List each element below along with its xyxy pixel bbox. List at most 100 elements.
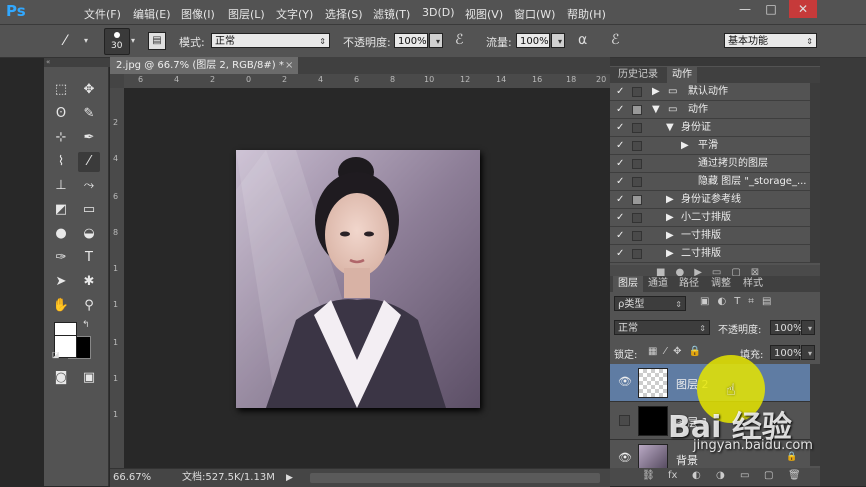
action-row[interactable]: ✓ 通过拷贝的图层: [610, 155, 810, 173]
flow-dropdown[interactable]: ▾: [551, 33, 565, 48]
menu-file[interactable]: 文件(F): [84, 6, 121, 22]
airbrush-icon[interactable]: ⍺: [578, 32, 587, 48]
mode-select[interactable]: 正常 ⇕: [211, 33, 330, 48]
menu-filter[interactable]: 滤镜(T): [373, 6, 410, 22]
pressure-size-icon[interactable]: ℰ: [611, 32, 619, 48]
expand-icon[interactable]: ▶: [666, 227, 674, 244]
action-row[interactable]: ✓ ▶ 小二寸排版: [610, 209, 810, 227]
delete-layer-icon[interactable]: 🗑: [788, 470, 801, 481]
action-row[interactable]: ✓ ▼ ▭ 动作: [610, 101, 810, 119]
action-row[interactable]: ✓ ▶ ▭ 默认动作: [610, 83, 810, 101]
dialog-toggle[interactable]: [632, 249, 642, 259]
new-layer-icon[interactable]: ▢: [764, 470, 773, 481]
new-group-icon[interactable]: ▭: [740, 470, 749, 481]
crop-tool-icon[interactable]: ⊹: [50, 128, 72, 148]
expand-icon[interactable]: ▶: [652, 83, 660, 100]
check-icon[interactable]: ✓: [616, 101, 624, 118]
layer-opacity-input[interactable]: 100%: [770, 320, 803, 335]
menu-window[interactable]: 窗口(W): [514, 6, 555, 22]
action-row[interactable]: ✓ ▶ 平滑: [610, 137, 810, 155]
layer-filter-select[interactable]: ρ类型 ⇕: [614, 296, 686, 311]
dialog-toggle[interactable]: [632, 141, 642, 151]
eye-icon[interactable]: 👁: [618, 451, 632, 464]
custom-shape-tool-icon[interactable]: ✱: [78, 272, 100, 292]
maximize-button[interactable]: □: [760, 0, 782, 18]
menu-view[interactable]: 视图(V): [465, 6, 503, 22]
dialog-toggle[interactable]: [632, 159, 642, 169]
zoom-level[interactable]: 66.67%: [113, 469, 151, 487]
check-icon[interactable]: ✓: [616, 191, 624, 208]
menu-layer[interactable]: 图层(L): [228, 6, 265, 22]
tab-adjustments[interactable]: 调整: [706, 276, 736, 292]
swap-colors-icon[interactable]: ↰: [82, 320, 90, 330]
check-icon[interactable]: ✓: [616, 83, 624, 100]
action-row[interactable]: ✓ ▶ 一寸排版: [610, 227, 810, 245]
brush-tool-icon[interactable]: ⁄: [64, 33, 66, 49]
move-tool-icon[interactable]: ✥: [78, 80, 100, 100]
fill-dropdown[interactable]: ▾: [801, 345, 815, 360]
dialog-toggle[interactable]: [632, 177, 642, 187]
document-tab[interactable]: 2.jpg @ 66.7% (图层 2, RGB/8#) * ×: [110, 57, 298, 74]
menu-type[interactable]: 文字(Y): [276, 6, 313, 22]
chevron-down-icon[interactable]: ▾: [131, 36, 135, 45]
lock-pixels-icon[interactable]: ⁄: [664, 346, 673, 357]
expand-icon[interactable]: ▶: [666, 191, 674, 208]
eyedropper-tool-icon[interactable]: ✒: [78, 128, 100, 148]
menu-3d[interactable]: 3D(D): [422, 6, 455, 19]
action-row[interactable]: ✓ ▶ 二寸排版: [610, 245, 810, 263]
menu-edit[interactable]: 编辑(E): [133, 6, 171, 22]
check-icon[interactable]: ✓: [616, 209, 624, 226]
adjustment-layer-icon[interactable]: ◑: [716, 470, 725, 481]
lasso-tool-icon[interactable]: ʘ: [50, 104, 72, 124]
portrait-photo[interactable]: [236, 150, 480, 408]
hand-tool-icon[interactable]: ✋: [50, 296, 72, 316]
flow-input[interactable]: 100%: [516, 33, 550, 48]
history-brush-tool-icon[interactable]: ⤳: [78, 176, 100, 196]
lock-all-icon[interactable]: 🔒: [689, 346, 708, 357]
opacity-dropdown[interactable]: ▾: [429, 33, 443, 48]
menu-help[interactable]: 帮助(H): [567, 6, 606, 22]
screen-mode-icon[interactable]: ▣: [78, 368, 100, 388]
dialog-toggle[interactable]: [632, 105, 642, 115]
brush-tool-icon[interactable]: ⁄: [78, 152, 100, 172]
tab-history[interactable]: 历史记录: [613, 67, 663, 83]
blur-tool-icon[interactable]: ●: [50, 224, 72, 244]
zoom-tool-icon[interactable]: ⚲: [78, 296, 100, 316]
menu-select[interactable]: 选择(S): [325, 6, 363, 22]
action-row[interactable]: ✓ ▼ 身份证: [610, 119, 810, 137]
chevron-down-icon[interactable]: ▾: [84, 36, 88, 45]
default-colors-icon[interactable]: ◪: [52, 350, 60, 359]
check-icon[interactable]: ✓: [616, 119, 624, 136]
dodge-tool-icon[interactable]: ◒: [78, 224, 100, 244]
status-menu-icon[interactable]: ▶: [286, 469, 293, 487]
dialog-toggle[interactable]: [632, 213, 642, 223]
close-tab-icon[interactable]: ×: [285, 57, 293, 74]
type-tool-icon[interactable]: T: [78, 248, 100, 268]
tab-styles[interactable]: 样式: [738, 276, 768, 292]
healing-brush-tool-icon[interactable]: ⌇: [50, 152, 72, 172]
marquee-tool-icon[interactable]: ⬚: [50, 80, 72, 100]
image-filter-icon[interactable]: ▣: [700, 296, 717, 307]
link-layers-icon[interactable]: ⛓: [642, 470, 655, 481]
minimize-button[interactable]: —: [734, 0, 756, 18]
close-window-button[interactable]: ✕: [789, 0, 817, 18]
brush-panel-toggle-icon[interactable]: ▤: [148, 32, 166, 50]
tools-panel-header[interactable]: «: [44, 58, 110, 67]
quick-mask-icon[interactable]: ◙: [50, 368, 72, 388]
fx-icon[interactable]: fx: [668, 470, 677, 481]
ruler-origin[interactable]: [110, 74, 124, 88]
pressure-opacity-icon[interactable]: ℰ: [455, 32, 463, 48]
pen-tool-icon[interactable]: ✑: [50, 248, 72, 268]
add-mask-icon[interactable]: ◐: [692, 470, 701, 481]
dialog-toggle[interactable]: [632, 231, 642, 241]
check-icon[interactable]: ✓: [616, 173, 624, 190]
check-icon[interactable]: ✓: [616, 227, 624, 244]
horizontal-scrollbar[interactable]: [310, 473, 600, 483]
expand-icon[interactable]: ▶: [666, 245, 674, 262]
quick-select-tool-icon[interactable]: ✎: [78, 104, 100, 124]
action-row[interactable]: ✓ ▶ 身份证参考线: [610, 191, 810, 209]
tab-actions[interactable]: 动作: [667, 67, 697, 83]
actions-scrollbar[interactable]: [810, 83, 820, 263]
dialog-toggle[interactable]: [632, 195, 642, 205]
expand-icon[interactable]: ▶: [681, 137, 689, 154]
